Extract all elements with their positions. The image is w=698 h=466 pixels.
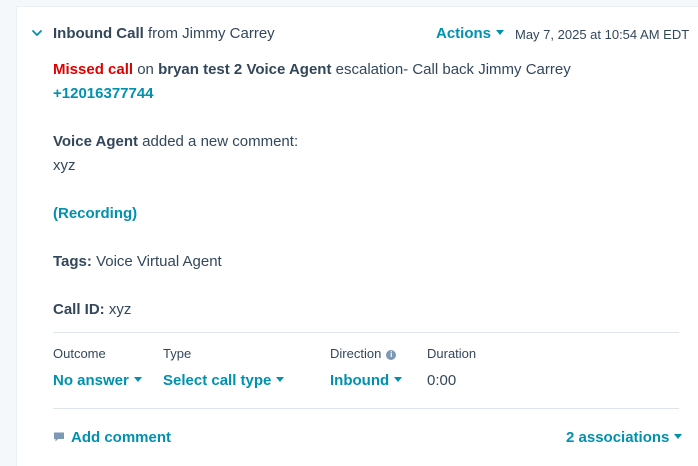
properties-divider-top	[53, 332, 679, 333]
actions-label: Actions	[436, 25, 492, 42]
escalation-text: escalation- Call back Jimmy Carrey	[331, 61, 571, 78]
direction-label: Direction	[330, 346, 382, 361]
phone-number-link[interactable]: +12016377744	[53, 84, 154, 104]
outcome-dropdown[interactable]: No answer	[53, 371, 142, 391]
duration-value: 0:00	[427, 372, 457, 389]
comment-text: xyz	[53, 157, 76, 174]
type-label: Type	[163, 346, 192, 361]
chevron-down-icon[interactable]	[31, 28, 43, 38]
call-type-value: Select call type	[163, 372, 272, 389]
call-type-dropdown[interactable]: Select call type	[163, 371, 285, 391]
add-comment-button[interactable]: Add comment	[53, 428, 171, 448]
caller-text: from Jimmy Carrey	[143, 25, 275, 42]
recording-link[interactable]: (Recording)	[53, 204, 137, 224]
call-activity-card: Inbound Call from Jimmy Carrey Actions M…	[16, 6, 698, 466]
comment-action-text: added a new comment:	[138, 133, 299, 150]
direction-dropdown[interactable]: Inbound	[330, 371, 403, 391]
direction-value: Inbound	[330, 372, 390, 389]
outcome-value: No answer	[53, 372, 129, 389]
agent-name: bryan test 2 Voice Agent	[158, 61, 332, 78]
activity-header: Inbound Call from Jimmy Carrey Actions M…	[17, 24, 698, 44]
add-comment-label: Add comment	[71, 429, 172, 446]
comment-header: Voice Agent added a new comment:	[53, 132, 298, 152]
caret-down-icon	[496, 29, 505, 35]
tags-label: Tags:	[53, 253, 92, 270]
activity-timestamp: May 7, 2025 at 10:54 AM EDT	[515, 27, 690, 42]
call-id-label: Call ID:	[53, 301, 105, 318]
caret-down-icon	[394, 376, 403, 382]
call-type-label: Inbound Call	[53, 25, 144, 42]
caret-down-icon	[276, 376, 285, 382]
tags-line: Tags: Voice Virtual Agent	[53, 252, 222, 272]
tags-value: Voice Virtual Agent	[91, 253, 222, 270]
comment-icon	[54, 432, 64, 442]
missed-call-label: Missed call	[53, 61, 134, 78]
caret-down-icon	[133, 376, 142, 382]
duration-label: Duration	[427, 346, 477, 361]
info-icon[interactable]: i	[386, 350, 397, 360]
associations-label: 2 associations	[566, 429, 670, 446]
outcome-label: Outcome	[53, 346, 106, 361]
call-summary: Missed call on bryan test 2 Voice Agent …	[53, 60, 571, 80]
associations-dropdown[interactable]: 2 associations	[566, 428, 683, 448]
call-id-line: Call ID: xyz	[53, 300, 131, 320]
activity-title[interactable]: Inbound Call from Jimmy Carrey	[53, 24, 275, 44]
properties-divider-bottom	[53, 408, 679, 409]
direction-label-group: Direction i	[330, 345, 397, 363]
actions-dropdown[interactable]: Actions	[436, 24, 505, 44]
caret-down-icon	[674, 433, 683, 439]
call-id-value: xyz	[104, 301, 132, 318]
comment-author: Voice Agent	[53, 133, 139, 150]
on-text: on	[133, 61, 159, 78]
